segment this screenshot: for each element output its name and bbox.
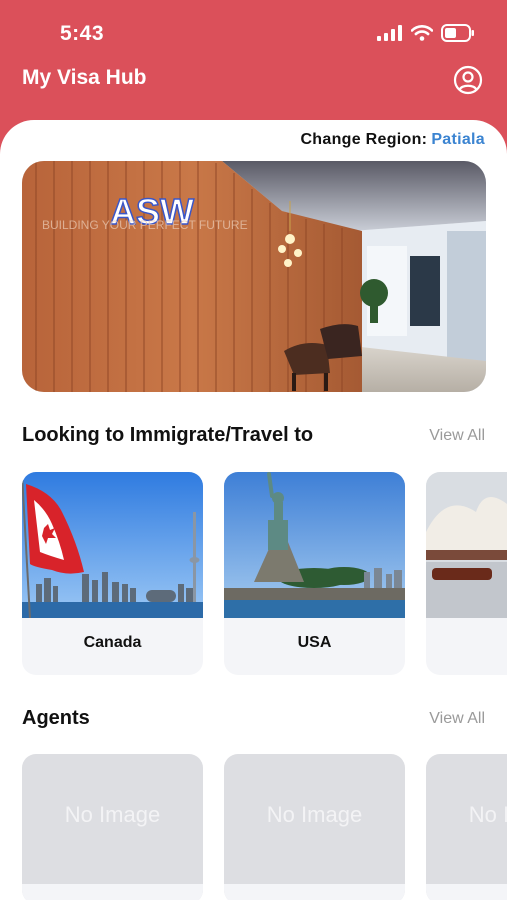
office-photo: ASW BUILDING YOUR PERFECT FUTURE <box>22 161 486 392</box>
signal-icon <box>377 25 402 41</box>
agent-card-footer <box>224 884 405 900</box>
banner-sign-subtext: BUILDING YOUR PERFECT FUTURE <box>42 218 248 232</box>
australia-image <box>426 472 507 618</box>
destinations-title: Looking to Immigrate/Travel to <box>22 424 314 446</box>
destination-card-australia[interactable]: A <box>426 472 507 675</box>
destinations-list: Canada USA <box>22 472 507 677</box>
battery-icon <box>441 24 474 42</box>
destination-card-canada[interactable]: Canada <box>22 472 203 675</box>
destination-card-usa[interactable]: USA <box>224 472 405 675</box>
destination-name: A <box>426 618 507 675</box>
agent-card-footer <box>426 884 507 900</box>
office-banner-image[interactable]: ASW BUILDING YOUR PERFECT FUTURE <box>22 161 486 392</box>
agents-title: Agents <box>22 707 90 729</box>
no-image-placeholder: No Image <box>64 802 161 827</box>
status-time: 5:43 <box>60 22 105 45</box>
region-value-link[interactable]: Patiala <box>431 131 485 148</box>
agent-card[interactable]: No Image <box>224 754 405 900</box>
canada-image <box>22 472 203 618</box>
app-title: My Visa Hub <box>22 66 147 89</box>
profile-button[interactable] <box>453 65 483 95</box>
agent-card-footer <box>22 884 203 900</box>
no-image-placeholder: No Image <box>468 802 507 827</box>
no-image-placeholder: No Image <box>266 802 363 827</box>
destination-name: USA <box>297 634 332 651</box>
agent-card[interactable]: No Image <box>22 754 203 900</box>
agents-list: No Image No Image No Image <box>22 754 507 900</box>
user-circle-icon <box>453 65 483 95</box>
change-region[interactable]: Change Region: Patiala <box>300 131 485 149</box>
agents-view-all-link[interactable]: View All <box>429 710 485 728</box>
wifi-icon <box>411 25 433 41</box>
destinations-view-all-link[interactable]: View All <box>429 427 485 445</box>
status-bar: 5:43 <box>0 0 507 60</box>
agent-card[interactable]: No Image <box>426 754 507 900</box>
app-header: My Visa Hub <box>0 60 507 105</box>
main-content: Change Region: Patiala ASW BUILDING YOUR… <box>0 120 507 900</box>
region-label: Change Region: <box>300 131 428 148</box>
status-icons <box>377 24 475 42</box>
usa-image <box>224 472 405 618</box>
destination-name: Canada <box>83 634 142 651</box>
